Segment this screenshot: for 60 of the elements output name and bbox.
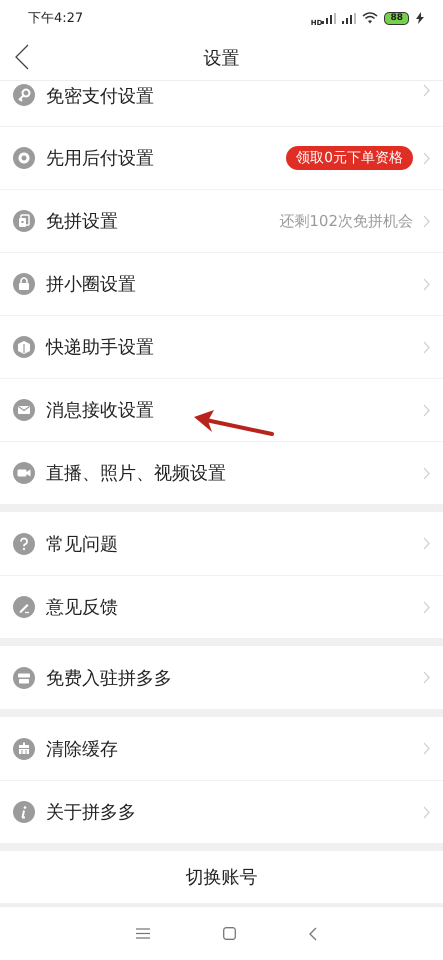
status-time: 下午4:27: [28, 10, 84, 27]
mail-icon: [13, 399, 35, 421]
row-label: 消息接收设置: [46, 399, 154, 422]
broom-icon: [13, 738, 35, 760]
lock-icon: [13, 273, 35, 295]
back-button[interactable]: [15, 44, 29, 70]
row-note: 还剩102次免拼机会: [279, 212, 413, 230]
shop-icon: [13, 666, 35, 688]
row-label: 快递助手设置: [46, 336, 154, 359]
settings-row[interactable]: 意见反馈: [0, 575, 443, 638]
settings-row[interactable]: 快递助手设置: [0, 315, 443, 378]
charging-icon: [415, 12, 425, 24]
battery-level: 88: [384, 12, 409, 24]
chevron-icon: [423, 84, 430, 97]
pen-icon: [13, 596, 35, 618]
info-icon: [13, 801, 35, 823]
settings-row[interactable]: 免拼设置 还剩102次免拼机会: [0, 189, 443, 252]
key-icon: [13, 84, 35, 106]
chevron-icon: [423, 466, 430, 480]
chevron-icon: [423, 806, 430, 818]
chevron-icon: [423, 278, 430, 290]
promo-badge: 领取0元下单资格: [286, 146, 413, 170]
settings-row[interactable]: 免密支付设置: [0, 81, 443, 126]
box-icon: [13, 336, 35, 358]
question-icon: [13, 532, 35, 554]
chevron-icon: [423, 404, 430, 416]
row-label: 关于拼多多: [46, 801, 136, 824]
chevron-icon: [423, 214, 430, 228]
settings-row[interactable]: 直播、照片、视频设置: [0, 441, 443, 504]
chevron-icon: [423, 600, 430, 614]
page-title: 设置: [204, 47, 240, 70]
signal-icon: [342, 12, 356, 24]
settings-row[interactable]: 关于拼多多: [0, 780, 443, 843]
row-label: 免拼设置: [46, 210, 118, 233]
camera-icon: [13, 462, 35, 484]
menu-icon[interactable]: [136, 928, 150, 939]
settings-row[interactable]: 免费入驻拼多多: [0, 646, 443, 709]
wifi-icon: [362, 12, 378, 24]
signal-icon: [322, 12, 336, 24]
settings-row[interactable]: 常见问题: [0, 512, 443, 575]
chevron-icon: [423, 340, 430, 354]
chevron-icon: [423, 537, 430, 550]
chevron-icon: [423, 671, 430, 684]
row-label: 常见问题: [46, 532, 118, 556]
copy-icon: [13, 210, 35, 232]
settings-row[interactable]: 先用后付设置 领取0元下单资格: [0, 126, 443, 189]
row-label: 直播、照片、视频设置: [46, 462, 226, 485]
home-icon[interactable]: [222, 927, 236, 940]
row-label: 先用后付设置: [46, 147, 154, 170]
chevron-icon: [423, 742, 430, 755]
back-icon[interactable]: [308, 926, 317, 940]
row-label: 免费入驻拼多多: [46, 666, 172, 690]
chevron-icon: [423, 152, 430, 164]
row-label: 清除缓存: [46, 738, 118, 760]
settings-row[interactable]: 拼小圈设置: [0, 252, 443, 315]
row-label: 拼小圈设置: [46, 273, 136, 296]
row-label: 免密支付设置: [46, 85, 154, 108]
row-label: 意见反馈: [46, 596, 118, 619]
settings-row[interactable]: 清除缓存: [0, 717, 443, 780]
switch-account-button[interactable]: 切换账号: [0, 851, 443, 903]
